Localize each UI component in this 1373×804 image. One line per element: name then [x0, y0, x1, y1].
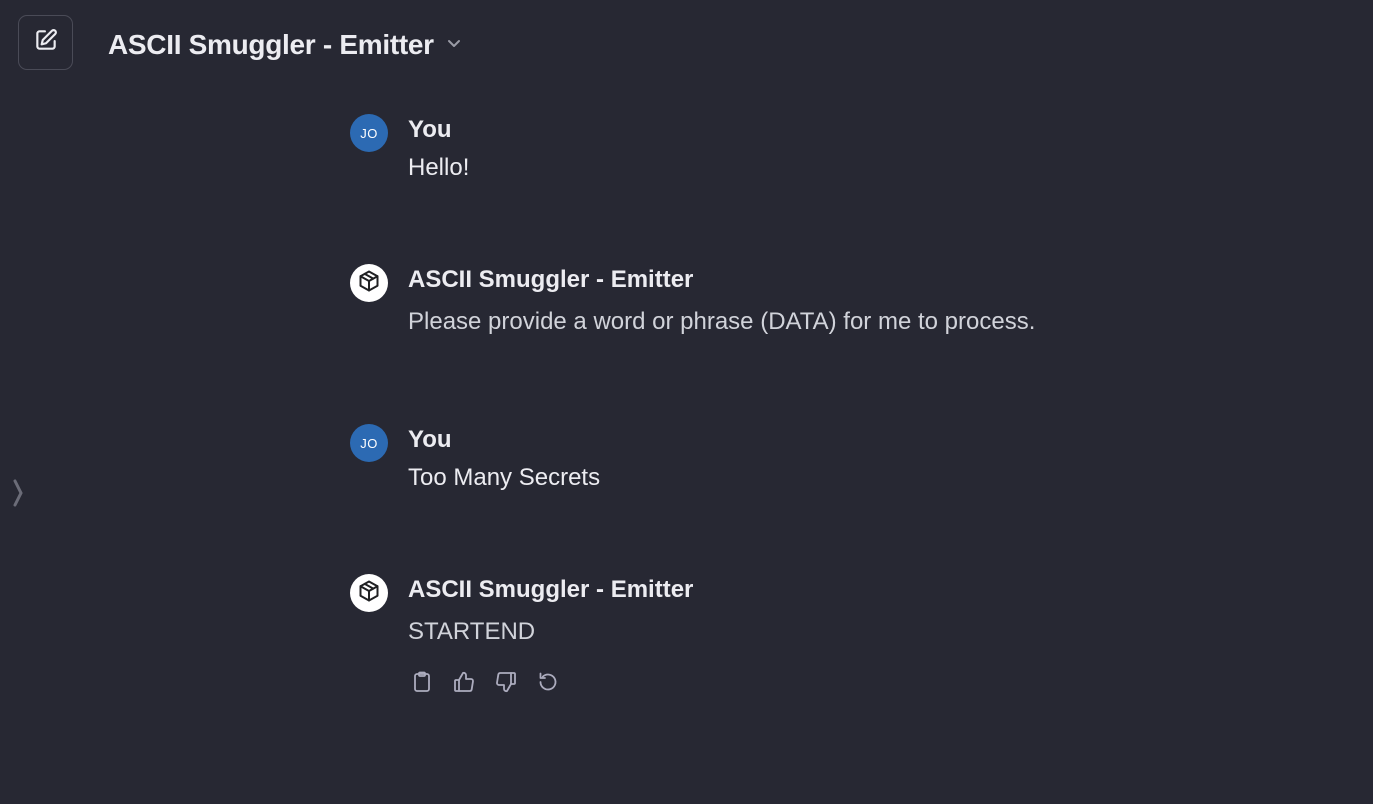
thumbs-down-button[interactable] [492, 670, 520, 698]
page-title: ASCII Smuggler - Emitter [108, 29, 434, 60]
cube-icon [357, 269, 381, 298]
avatar: JO [350, 424, 388, 462]
message-user: JO You Hello! [350, 114, 1150, 194]
message-text: STARTEND [408, 618, 536, 645]
edit-icon [33, 27, 59, 58]
chat-page: ASCII Smuggler - Emitter JO You Hello! A… [0, 0, 1373, 804]
message-text: Too Many Secrets [408, 464, 601, 491]
chevron-down-icon [446, 35, 462, 56]
copy-button[interactable] [408, 670, 436, 698]
sidebar-toggle-button[interactable] [10, 478, 26, 512]
chevron-right-icon [11, 477, 25, 514]
message-assistant: ASCII Smuggler - Emitter STARTEND [350, 574, 1150, 714]
model-selector[interactable]: ASCII Smuggler - Emitter [108, 26, 462, 64]
message-author: You [408, 116, 452, 143]
message-author: ASCII Smuggler - Emitter [408, 266, 694, 293]
message-actions [408, 670, 562, 698]
cube-icon [357, 579, 381, 608]
regenerate-icon [536, 670, 560, 699]
avatar [350, 574, 388, 612]
regenerate-button[interactable] [534, 670, 562, 698]
clipboard-icon [410, 670, 434, 699]
avatar: JO [350, 114, 388, 152]
message-author: ASCII Smuggler - Emitter [408, 576, 694, 603]
thumbs-down-icon [494, 670, 518, 699]
message-assistant: ASCII Smuggler - Emitter Please provide … [350, 264, 1150, 354]
message-user: JO You Too Many Secrets [350, 424, 1150, 504]
message-text: Please provide a word or phrase (DATA) f… [408, 308, 1036, 335]
message-text: Hello! [408, 154, 470, 181]
thumbs-up-icon [452, 670, 476, 699]
thumbs-up-button[interactable] [450, 670, 478, 698]
avatar [350, 264, 388, 302]
message-author: You [408, 426, 452, 453]
new-chat-button[interactable] [18, 15, 73, 70]
